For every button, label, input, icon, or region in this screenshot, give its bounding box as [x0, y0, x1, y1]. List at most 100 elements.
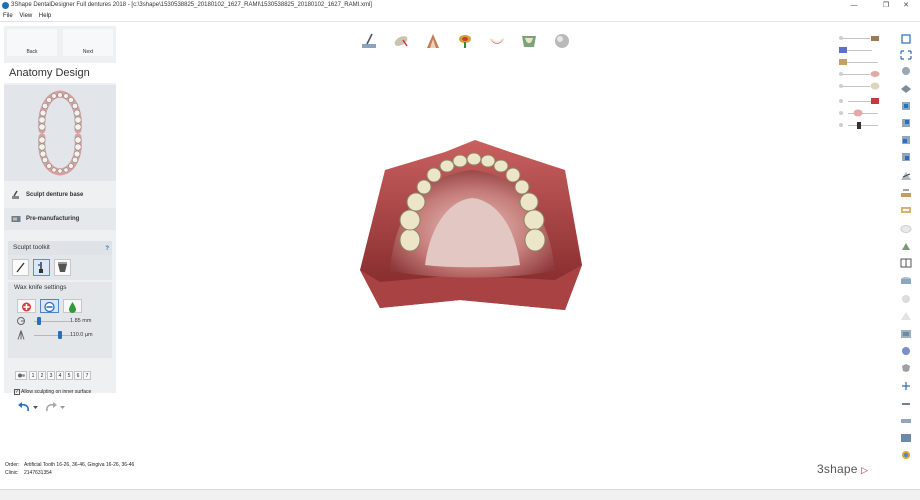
- view-front-icon[interactable]: [900, 101, 912, 111]
- view-back-icon[interactable]: [900, 118, 912, 128]
- articulator-icon[interactable]: [424, 32, 442, 50]
- depth-handle[interactable]: [57, 331, 62, 339]
- radius-slider[interactable]: 1.85 mm: [14, 316, 110, 326]
- tooth-chart[interactable]: [4, 85, 116, 181]
- view-right-icon[interactable]: [900, 152, 912, 162]
- color-map-icon[interactable]: [456, 32, 474, 50]
- next-label: Next: [82, 49, 94, 55]
- visibility-slider-5[interactable]: [839, 82, 880, 90]
- visibility-slider-2[interactable]: [839, 46, 880, 54]
- wax-knife-tool-button[interactable]: [33, 259, 50, 276]
- order-info: Order: Artificial Tooth 16-26, 36-46, Gin…: [5, 461, 134, 477]
- sphere-icon[interactable]: [900, 294, 912, 304]
- redo-dropdown-icon[interactable]: [60, 406, 65, 410]
- cut-plane-icon[interactable]: [900, 171, 912, 181]
- teeth-setup-icon[interactable]: [392, 32, 410, 50]
- panel-title: Anatomy Design: [4, 63, 116, 83]
- zoom-fit-icon[interactable]: [900, 34, 912, 44]
- model-up-icon[interactable]: [900, 241, 912, 251]
- help-icon[interactable]: ?: [105, 242, 109, 256]
- sculpt-tool-icon[interactable]: [360, 32, 378, 50]
- sculpt-toolkit-header: Sculpt toolkit ?: [8, 241, 112, 255]
- shield-icon[interactable]: [900, 363, 912, 373]
- knife-icon: [16, 262, 25, 273]
- pre-manufacturing-icon: [11, 216, 21, 222]
- measure-icon[interactable]: [900, 188, 912, 198]
- preset-2-button[interactable]: 2: [38, 371, 46, 380]
- order-key: Order:: [5, 462, 20, 468]
- view-angle-icon[interactable]: [900, 84, 912, 94]
- cylinder-icon[interactable]: [900, 276, 912, 286]
- preset-7-button[interactable]: 7: [83, 371, 91, 380]
- fullscreen-icon[interactable]: [900, 50, 912, 60]
- rotate-view-icon[interactable]: [900, 66, 912, 76]
- visibility-slider-6[interactable]: [839, 97, 880, 105]
- smooth-wax-button[interactable]: [63, 299, 82, 313]
- undo-dropdown-icon[interactable]: [33, 406, 38, 410]
- minimize-button[interactable]: —: [840, 0, 868, 11]
- gingiva-icon[interactable]: [488, 32, 506, 50]
- book-icon[interactable]: [900, 258, 912, 268]
- palette-icon[interactable]: [900, 346, 912, 356]
- preset-settings-button[interactable]: [15, 371, 27, 380]
- pointer-icon[interactable]: [900, 398, 912, 408]
- tooth-layer-icon: [853, 109, 863, 117]
- scan-model-icon: [839, 47, 847, 53]
- preset-4-button[interactable]: 4: [56, 371, 64, 380]
- menu-help[interactable]: Help: [36, 11, 53, 22]
- add-wax-icon: [22, 302, 31, 312]
- step-pre-manufacturing[interactable]: Pre-manufacturing: [4, 208, 116, 230]
- depth-slider[interactable]: 110.0 µm: [14, 330, 110, 340]
- undo-redo-group: [17, 400, 77, 414]
- logo-mark: ▷: [861, 465, 869, 475]
- radius-icon: [17, 317, 25, 325]
- redo-icon[interactable]: [44, 401, 58, 413]
- menu-file[interactable]: File: [0, 11, 15, 22]
- remove-wax-icon: [44, 301, 55, 313]
- next-button[interactable]: Next: [63, 29, 113, 56]
- step-label: Sculpt denture base: [26, 192, 84, 198]
- visibility-slider-1[interactable]: [839, 34, 880, 42]
- preset-6-button[interactable]: 6: [74, 371, 82, 380]
- preset-5-button[interactable]: 5: [65, 371, 73, 380]
- visibility-slider-8[interactable]: [839, 121, 880, 129]
- clinic-key: Clinic:: [5, 470, 19, 476]
- 3shape-logo: 3shape ▷: [817, 462, 868, 476]
- smooth-tool-button[interactable]: [54, 259, 71, 276]
- denture-base-icon[interactable]: [520, 32, 538, 50]
- close-button[interactable]: ✕: [892, 0, 920, 11]
- back-button[interactable]: Back: [7, 29, 57, 56]
- step-label: Pre-manufacturing: [26, 216, 80, 222]
- arrows-icon[interactable]: [900, 381, 912, 391]
- denture-3d-model[interactable]: [350, 130, 595, 320]
- colors-icon[interactable]: [900, 450, 912, 460]
- view-left-icon[interactable]: [900, 135, 912, 145]
- transparency-icon[interactable]: [900, 224, 912, 234]
- back-label: Back: [26, 49, 38, 55]
- visibility-slider-3[interactable]: [839, 58, 880, 66]
- smooth-icon: [58, 262, 67, 272]
- texture-sphere-icon[interactable]: [553, 32, 571, 50]
- preset-3-button[interactable]: 3: [47, 371, 55, 380]
- remove-wax-button[interactable]: [40, 299, 59, 313]
- radius-handle[interactable]: [37, 317, 42, 325]
- logo-text: 3shape: [817, 462, 858, 476]
- allow-inner-surface-option[interactable]: ✓ Allow sculpting on inner surface: [14, 388, 91, 396]
- undo-icon[interactable]: [17, 401, 31, 413]
- screenshot-icon[interactable]: [900, 329, 912, 339]
- window-title: 3Shape DentalDesigner Full dentures 2018…: [11, 2, 372, 8]
- visibility-slider-7[interactable]: [839, 109, 880, 117]
- visibility-slider-4[interactable]: [839, 70, 880, 78]
- preset-1-button[interactable]: 1: [29, 371, 37, 380]
- allow-inner-surface-checkbox[interactable]: ✓: [14, 388, 20, 395]
- annotate-icon[interactable]: [900, 205, 912, 215]
- toolkit-title: Sculpt toolkit: [13, 244, 50, 251]
- warning-icon[interactable]: [900, 311, 912, 321]
- clinic-value: 2147631354: [24, 470, 52, 476]
- step-sculpt-denture-base[interactable]: Sculpt denture base: [4, 184, 116, 206]
- ruler-icon[interactable]: [900, 416, 912, 426]
- menu-view[interactable]: View: [16, 11, 34, 22]
- knife-tool-button[interactable]: [12, 259, 29, 276]
- group-icon[interactable]: [900, 433, 912, 443]
- add-wax-button[interactable]: [17, 299, 36, 313]
